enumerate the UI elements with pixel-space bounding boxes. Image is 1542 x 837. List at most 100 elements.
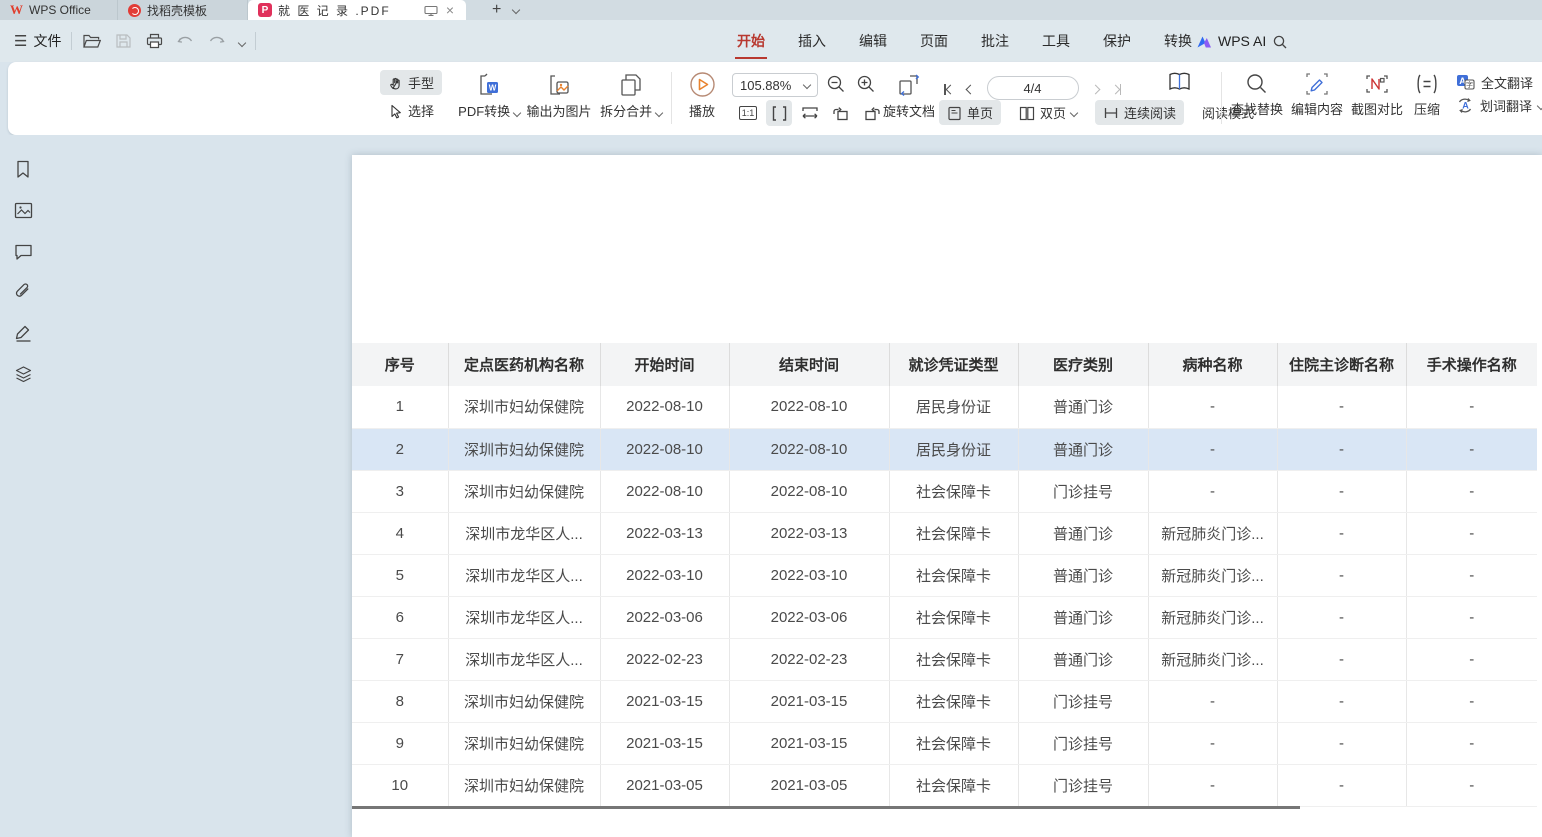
continuous-read-button[interactable]: 连续阅读	[1095, 100, 1184, 125]
tab-docer-templates[interactable]: 找稻壳模板	[118, 0, 248, 20]
find-replace-button[interactable]: 查找替换	[1230, 72, 1284, 118]
docer-icon	[128, 4, 141, 17]
table-cell: -	[1406, 512, 1537, 554]
table-cell: 社会保障卡	[889, 596, 1018, 638]
table-row[interactable]: 7深圳市龙华区人...2022-02-232022-02-23社会保障卡普通门诊…	[352, 638, 1537, 680]
table-row[interactable]: 5深圳市龙华区人...2022-03-102022-03-10社会保障卡普通门诊…	[352, 554, 1537, 596]
print-icon[interactable]	[146, 33, 163, 49]
tab-insert[interactable]: 插入	[796, 20, 828, 62]
table-cell: 2022-08-10	[600, 428, 729, 470]
double-page-button[interactable]: 双页	[1011, 100, 1085, 125]
rotate-left-icon[interactable]	[828, 100, 854, 126]
play-button[interactable]: 播放	[680, 71, 724, 120]
tab-page[interactable]: 页面	[918, 20, 950, 62]
prev-page-button[interactable]	[967, 81, 974, 96]
tab-list-chevron-icon[interactable]	[509, 0, 523, 20]
monitor-icon	[424, 3, 438, 17]
attachment-icon[interactable]	[11, 280, 35, 304]
table-cell: 2021-03-15	[729, 680, 889, 722]
undo-icon[interactable]	[177, 34, 194, 48]
word-translate-button[interactable]: A 划词翻译	[1456, 96, 1542, 115]
table-row[interactable]: 6深圳市龙华区人...2022-03-062022-03-06社会保障卡普通门诊…	[352, 596, 1537, 638]
open-file-icon[interactable]	[82, 33, 101, 49]
search-icon[interactable]	[1272, 33, 1288, 50]
table-cell: 深圳市妇幼保健院	[448, 470, 600, 512]
screenshot-compare-icon	[1365, 75, 1389, 90]
chevron-down-icon	[1070, 108, 1078, 116]
page-number-input[interactable]: 4/4	[987, 76, 1079, 100]
save-icon[interactable]	[115, 33, 132, 49]
table-cell: -	[1406, 638, 1537, 680]
table-cell: 门诊挂号	[1018, 722, 1148, 764]
zoom-level-select[interactable]: 105.88%	[732, 73, 818, 97]
screenshot-compare-button[interactable]: 截图对比	[1350, 72, 1404, 118]
tab-home[interactable]: 开始	[735, 20, 767, 62]
tab-tools[interactable]: 工具	[1040, 20, 1072, 62]
zoom-out-icon[interactable]	[826, 74, 846, 94]
table-cell: 社会保障卡	[889, 638, 1018, 680]
table-row[interactable]: 8深圳市妇幼保健院2021-03-152021-03-15社会保障卡门诊挂号--…	[352, 680, 1537, 722]
table-cell: -	[1277, 386, 1406, 428]
close-tab-icon[interactable]: ×	[444, 3, 456, 17]
fit-page-button[interactable]	[766, 100, 792, 126]
table-row[interactable]: 9深圳市妇幼保健院2021-03-152021-03-15社会保障卡门诊挂号--…	[352, 722, 1537, 764]
edit-content-button[interactable]: 编辑内容	[1290, 72, 1344, 118]
pdf-page[interactable]: 序号定点医药机构名称开始时间结束时间就诊凭证类型医疗类别病种名称住院主诊断名称手…	[352, 155, 1542, 837]
select-tool-button[interactable]: 选择	[380, 98, 442, 123]
first-page-button[interactable]	[944, 81, 954, 96]
full-translate-button[interactable]: A字 全文翻译	[1456, 73, 1533, 92]
pdf-convert-button[interactable]: W PDF转换	[456, 72, 522, 120]
table-cell: -	[1148, 428, 1277, 470]
table-cell: 新冠肺炎门诊...	[1148, 512, 1277, 554]
table-cell: 新冠肺炎门诊...	[1148, 596, 1277, 638]
table-cell: -	[1406, 554, 1537, 596]
medical-record-table: 序号定点医药机构名称开始时间结束时间就诊凭证类型医疗类别病种名称住院主诊断名称手…	[352, 343, 1537, 807]
bookmark-icon[interactable]	[11, 157, 35, 181]
table-cell: 普通门诊	[1018, 638, 1148, 680]
table-row[interactable]: 2深圳市妇幼保健院2022-08-102022-08-10居民身份证普通门诊--…	[352, 428, 1537, 470]
tab-convert[interactable]: 转换	[1162, 20, 1194, 62]
tab-wps-office[interactable]: W WPS Office	[0, 0, 118, 20]
quick-tools-chevron-icon[interactable]	[239, 33, 245, 49]
read-mode-icon[interactable]	[1167, 69, 1193, 95]
column-header: 住院主诊断名称	[1277, 343, 1406, 386]
layers-icon[interactable]	[11, 362, 35, 386]
table-cell: 深圳市妇幼保健院	[448, 764, 600, 806]
tab-comment[interactable]: 批注	[979, 20, 1011, 62]
tab-edit[interactable]: 编辑	[857, 20, 889, 62]
file-menu-button[interactable]: ☰ 文件	[14, 31, 61, 51]
redo-icon[interactable]	[208, 34, 225, 48]
table-cell: 2022-03-13	[729, 512, 889, 554]
export-image-icon	[546, 76, 572, 91]
thumbnail-icon[interactable]	[11, 198, 35, 222]
split-merge-button[interactable]: 拆分合并	[598, 72, 664, 120]
zoom-in-icon[interactable]	[856, 74, 876, 94]
table-row[interactable]: 1深圳市妇幼保健院2022-08-102022-08-10居民身份证普通门诊--…	[352, 386, 1537, 428]
signature-pen-icon[interactable]	[11, 321, 35, 345]
single-page-button[interactable]: 单页	[939, 100, 1001, 125]
export-image-button[interactable]: 输出为图片	[525, 72, 593, 120]
next-page-button[interactable]	[1092, 81, 1099, 96]
wps-ai-button[interactable]: WPS AI	[1196, 20, 1266, 62]
tab-protect[interactable]: 保护	[1101, 20, 1133, 62]
hand-tool-button[interactable]: 手型	[380, 70, 442, 95]
last-page-button[interactable]	[1112, 81, 1122, 96]
table-cell: 普通门诊	[1018, 428, 1148, 470]
compress-button[interactable]: 压缩	[1412, 72, 1442, 118]
table-row[interactable]: 10深圳市妇幼保健院2021-03-052021-03-05社会保障卡门诊挂号-…	[352, 764, 1537, 806]
table-row[interactable]: 3深圳市妇幼保健院2022-08-102022-08-10社会保障卡门诊挂号--…	[352, 470, 1537, 512]
actual-size-button[interactable]: 1:1	[735, 100, 761, 126]
svg-text:字: 字	[1466, 80, 1473, 89]
single-page-icon	[947, 104, 962, 120]
rotate-document-button[interactable]: 旋转文档	[881, 72, 937, 120]
side-panel-icons	[11, 157, 35, 386]
fit-width-button[interactable]	[797, 100, 823, 126]
new-tab-button[interactable]: +	[484, 0, 509, 20]
table-row[interactable]: 4深圳市龙华区人...2022-03-132022-03-13社会保障卡普通门诊…	[352, 512, 1537, 554]
column-header: 手术操作名称	[1406, 343, 1537, 386]
table-bottom-border	[352, 806, 1300, 809]
table-cell: -	[1148, 722, 1277, 764]
tab-document-pdf[interactable]: P 就 医 记 录 .PDF ×	[248, 0, 466, 20]
table-cell: 深圳市龙华区人...	[448, 596, 600, 638]
comment-icon[interactable]	[11, 239, 35, 263]
